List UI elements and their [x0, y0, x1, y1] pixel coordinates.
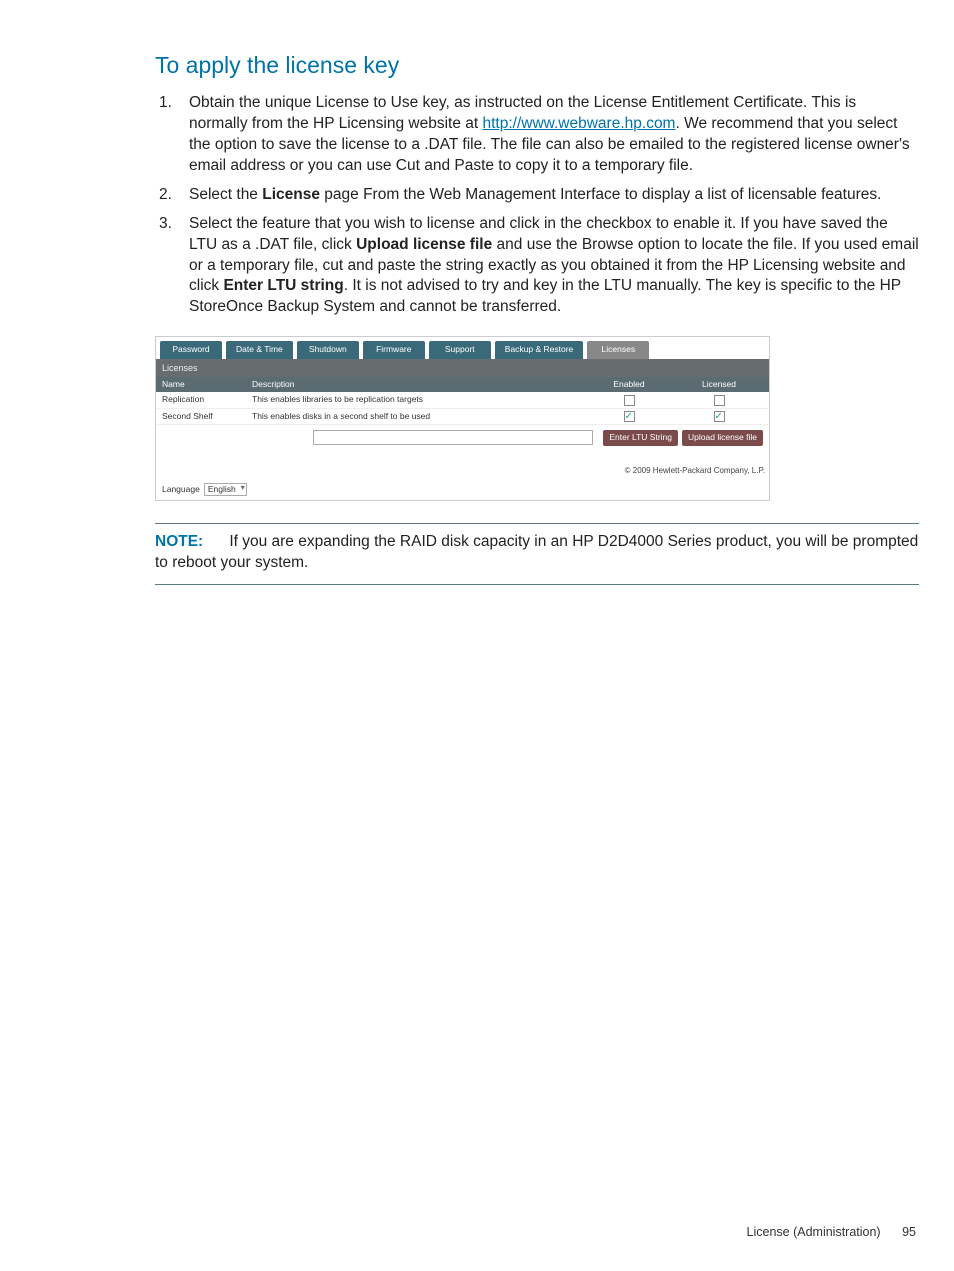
cell-licensed — [669, 392, 769, 408]
language-select[interactable]: English — [204, 483, 247, 496]
hp-licensing-link[interactable]: http://www.webware.hp.com — [483, 115, 676, 132]
tab-datetime[interactable]: Date & Time — [226, 341, 293, 358]
cell-name: Replication — [156, 392, 246, 408]
cell-desc: This enables libraries to be replication… — [246, 392, 589, 408]
page-number: 95 — [902, 1225, 916, 1239]
ltu-string-input[interactable] — [313, 430, 593, 445]
divider — [155, 523, 919, 524]
th-licensed: Licensed — [669, 377, 769, 392]
tab-shutdown[interactable]: Shutdown — [297, 341, 359, 358]
checkbox-licensed-replication[interactable] — [714, 395, 725, 406]
steps-list: Obtain the unique License to Use key, as… — [155, 93, 919, 318]
embedded-screenshot: Password Date & Time Shutdown Firmware S… — [155, 336, 770, 501]
tab-backup-restore[interactable]: Backup & Restore — [495, 341, 584, 358]
section-heading: To apply the license key — [155, 50, 919, 81]
th-name: Name — [156, 377, 246, 392]
upload-license-button[interactable]: Upload license file — [682, 430, 763, 445]
tab-licenses[interactable]: Licenses — [587, 341, 649, 358]
step2-bold: License — [262, 186, 320, 203]
step3-bold1: Upload license file — [356, 236, 492, 253]
footer-section: License (Administration) — [747, 1225, 881, 1239]
table-row: Second Shelf This enables disks in a sec… — [156, 408, 769, 424]
tab-password[interactable]: Password — [160, 341, 222, 358]
note-text: If you are expanding the RAID disk capac… — [155, 533, 918, 571]
cell-name: Second Shelf — [156, 408, 246, 424]
tab-firmware[interactable]: Firmware — [363, 341, 425, 358]
th-description: Description — [246, 377, 589, 392]
cell-enabled — [589, 408, 669, 424]
copyright-text: © 2009 Hewlett-Packard Company, L.P. — [156, 464, 769, 479]
divider — [155, 584, 919, 585]
language-row: Language English — [156, 479, 769, 500]
checkbox-licensed-secondshelf[interactable] — [714, 411, 725, 422]
tab-bar: Password Date & Time Shutdown Firmware S… — [156, 337, 769, 358]
step-3: Select the feature that you wish to lice… — [155, 214, 919, 319]
enter-ltu-button[interactable]: Enter LTU String — [603, 430, 678, 445]
step-2: Select the License page From the Web Man… — [155, 185, 919, 206]
th-enabled: Enabled — [589, 377, 669, 392]
cell-licensed — [669, 408, 769, 424]
cell-desc: This enables disks in a second shelf to … — [246, 408, 589, 424]
checkbox-enabled-secondshelf[interactable] — [624, 411, 635, 422]
step2-text-b: page From the Web Management Interface t… — [320, 186, 881, 203]
note-block: NOTE: If you are expanding the RAID disk… — [155, 532, 919, 574]
step3-bold2: Enter LTU string — [223, 277, 343, 294]
page-footer: License (Administration) 95 — [747, 1224, 916, 1241]
button-row: Enter LTU String Upload license file — [156, 425, 769, 449]
step2-text-a: Select the — [189, 186, 262, 203]
cell-enabled — [589, 392, 669, 408]
note-label: NOTE: — [155, 532, 225, 553]
table-row: Replication This enables libraries to be… — [156, 392, 769, 408]
tab-support[interactable]: Support — [429, 341, 491, 358]
step-1: Obtain the unique License to Use key, as… — [155, 93, 919, 177]
license-table: Name Description Enabled Licensed Replic… — [156, 377, 769, 425]
panel-subheader: Licenses — [156, 359, 769, 377]
language-label: Language — [162, 484, 200, 495]
checkbox-enabled-replication[interactable] — [624, 395, 635, 406]
